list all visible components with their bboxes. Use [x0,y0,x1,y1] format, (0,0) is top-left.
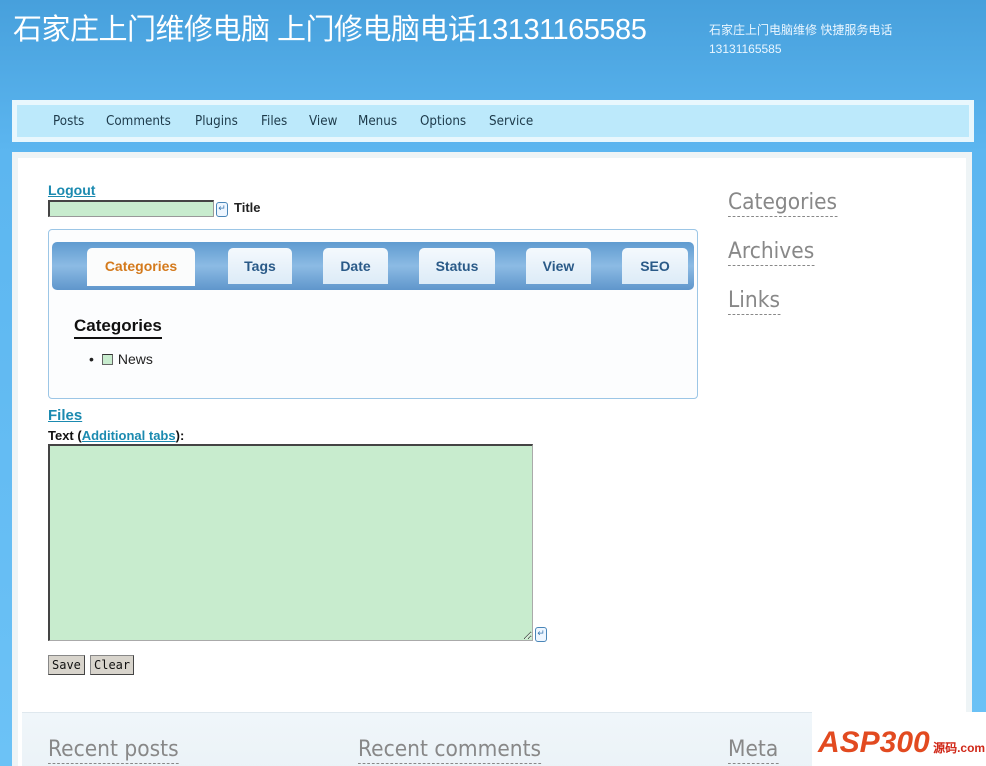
tab-bar: Categories Tags Date Status View SEO [52,242,694,290]
footer-meta[interactable]: Meta [728,737,779,764]
footer-recent-posts[interactable]: Recent posts [48,737,179,764]
text-label-suffix: ): [175,428,185,443]
logout-link[interactable]: Logout [48,182,95,198]
nav-comments[interactable]: Comments [106,114,171,129]
sidebar-archives[interactable]: Archives [728,239,815,266]
category-item: • News [89,351,153,367]
text-area[interactable] [48,444,533,641]
tab-date[interactable]: Date [323,248,388,284]
enter-icon[interactable]: ↵ [535,627,547,642]
nav-service[interactable]: Service [489,114,533,129]
title-label: Title [234,200,261,215]
enter-icon[interactable]: ↵ [216,202,228,217]
save-button[interactable]: Save [48,655,85,675]
tab-status[interactable]: Status [419,248,495,284]
tab-view[interactable]: View [526,248,591,284]
nav-view[interactable]: View [309,114,337,129]
watermark-logo: ASP300 源码.com [812,712,986,766]
site-tagline: 石家庄上门电脑维修 快捷服务电话13131165585 [709,23,893,56]
footer-recent-comments[interactable]: Recent comments [358,737,542,764]
nav-options[interactable]: Options [420,114,466,129]
text-label: Text (Additional tabs): [48,428,184,443]
title-input[interactable] [48,200,214,217]
tab-categories[interactable]: Categories [87,248,195,286]
category-checkbox[interactable] [101,353,113,365]
nav-posts[interactable]: Posts [53,114,84,129]
additional-tabs-link[interactable]: Additional tabs [82,428,176,443]
text-label-prefix: Text ( [48,428,82,443]
sidebar-links[interactable]: Links [728,288,780,315]
tab-tags[interactable]: Tags [228,248,292,284]
bullet: • [89,351,94,367]
nav-menus[interactable]: Menus [358,114,397,129]
sidebar-categories[interactable]: Categories [728,190,838,217]
main-panel: Logout ↵ Title Categories Tags Date Stat… [12,152,972,766]
category-label: News [117,351,153,367]
nav-plugins[interactable]: Plugins [195,114,238,129]
site-title: 石家庄上门维修电脑 上门修电脑电话13131165585 [13,14,647,46]
main-nav: Posts Comments Plugins Files View Menus … [12,100,974,142]
tab-seo[interactable]: SEO [622,248,688,284]
clear-button[interactable]: Clear [90,655,135,675]
nav-files[interactable]: Files [261,114,287,129]
files-link[interactable]: Files [48,407,82,424]
categories-heading: Categories [74,316,162,339]
tab-panel: Categories Tags Date Status View SEO Cat… [48,229,698,399]
